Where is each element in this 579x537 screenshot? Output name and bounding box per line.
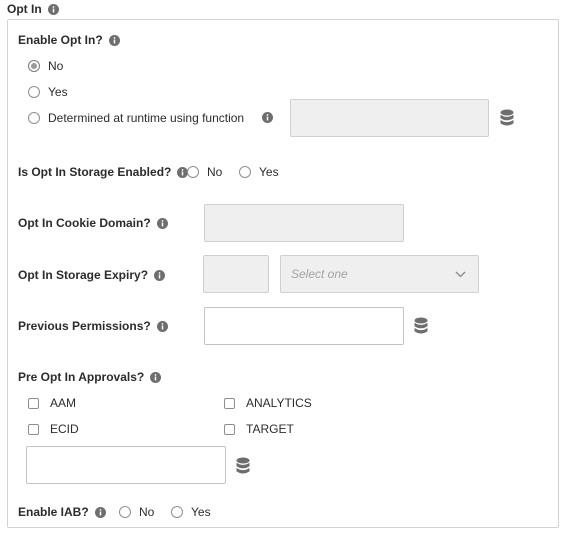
info-icon[interactable] [150, 371, 162, 383]
checkbox[interactable] [28, 397, 39, 409]
enable-opt-in-label-text: Enable Opt In? [18, 33, 103, 47]
radio[interactable] [28, 112, 40, 124]
radio[interactable] [171, 506, 183, 518]
select-placeholder: Select one [291, 267, 348, 281]
radio-label: Yes [191, 505, 211, 519]
cookie-domain-input[interactable] [204, 204, 404, 242]
storage-enabled-radio-yes[interactable]: Yes [239, 165, 279, 179]
database-icon[interactable] [500, 109, 514, 127]
radio[interactable] [239, 166, 251, 178]
storage-enabled-label: Is Opt In Storage Enabled? [18, 165, 189, 179]
radio-label: Yes [259, 165, 279, 179]
storage-enabled-label-text: Is Opt In Storage Enabled? [18, 165, 172, 179]
enable-iab-label-text: Enable IAB? [18, 505, 89, 519]
info-icon[interactable] [94, 506, 106, 518]
info-icon[interactable] [108, 34, 120, 46]
radio-label: No [139, 505, 155, 519]
storage-expiry-unit-select[interactable]: Select one [280, 255, 479, 293]
storage-expiry-label: Opt In Storage Expiry? [18, 268, 166, 282]
enable-opt-in-radio-function[interactable]: Determined at runtime using function [28, 111, 244, 125]
cookie-domain-label-text: Opt In Cookie Domain? [18, 216, 151, 230]
database-icon[interactable] [414, 317, 428, 335]
enable-opt-in-radio-yes[interactable]: Yes [28, 85, 68, 99]
previous-permissions-input[interactable] [204, 307, 404, 345]
checkbox-label: TARGET [246, 422, 294, 436]
radio[interactable] [187, 166, 199, 178]
storage-expiry-input[interactable] [203, 255, 269, 293]
radio-label: No [48, 59, 64, 73]
enable-iab-label: Enable IAB? [18, 505, 106, 519]
approval-checkbox-ecid[interactable]: ECID [28, 422, 79, 436]
pre-approvals-label-text: Pre Opt In Approvals? [18, 370, 145, 384]
radio[interactable] [28, 86, 40, 98]
approval-checkbox-analytics[interactable]: ANALYTICS [224, 396, 312, 410]
radio-label: No [207, 165, 223, 179]
enable-opt-in-label: Enable Opt In? [18, 33, 120, 47]
checkbox-label: ECID [50, 422, 79, 436]
info-icon[interactable] [154, 269, 166, 281]
approval-checkbox-aam[interactable]: AAM [28, 396, 76, 410]
radio-label: Yes [48, 85, 68, 99]
info-icon[interactable] [47, 3, 59, 15]
previous-permissions-label-text: Previous Permissions? [18, 319, 151, 333]
checkbox[interactable] [224, 423, 235, 435]
radio-selected[interactable] [28, 60, 40, 72]
info-icon[interactable] [156, 217, 168, 229]
enable-opt-in-radio-no[interactable]: No [28, 59, 63, 73]
info-icon[interactable] [262, 112, 273, 123]
approval-checkbox-target[interactable]: TARGET [224, 422, 294, 436]
radio-label: Determined at runtime using function [48, 111, 245, 125]
storage-enabled-radio-no[interactable]: No [187, 165, 222, 179]
section-title: Opt In [7, 2, 59, 16]
checkbox-label: AAM [50, 396, 77, 410]
iab-radio-no[interactable]: No [119, 505, 154, 519]
section-title-text: Opt In [7, 2, 42, 16]
info-icon[interactable] [156, 320, 168, 332]
previous-permissions-label: Previous Permissions? [18, 319, 168, 333]
storage-expiry-label-text: Opt In Storage Expiry? [18, 268, 149, 282]
runtime-function-input[interactable] [290, 99, 489, 137]
pre-approvals-label: Pre Opt In Approvals? [18, 370, 162, 384]
checkbox[interactable] [224, 397, 235, 409]
pre-approvals-input[interactable] [26, 446, 226, 484]
iab-radio-yes[interactable]: Yes [171, 505, 211, 519]
chevron-down-icon [455, 271, 466, 277]
checkbox-label: ANALYTICS [246, 396, 312, 410]
database-icon[interactable] [236, 457, 250, 475]
radio[interactable] [119, 506, 131, 518]
cookie-domain-label: Opt In Cookie Domain? [18, 216, 168, 230]
checkbox[interactable] [28, 423, 39, 435]
